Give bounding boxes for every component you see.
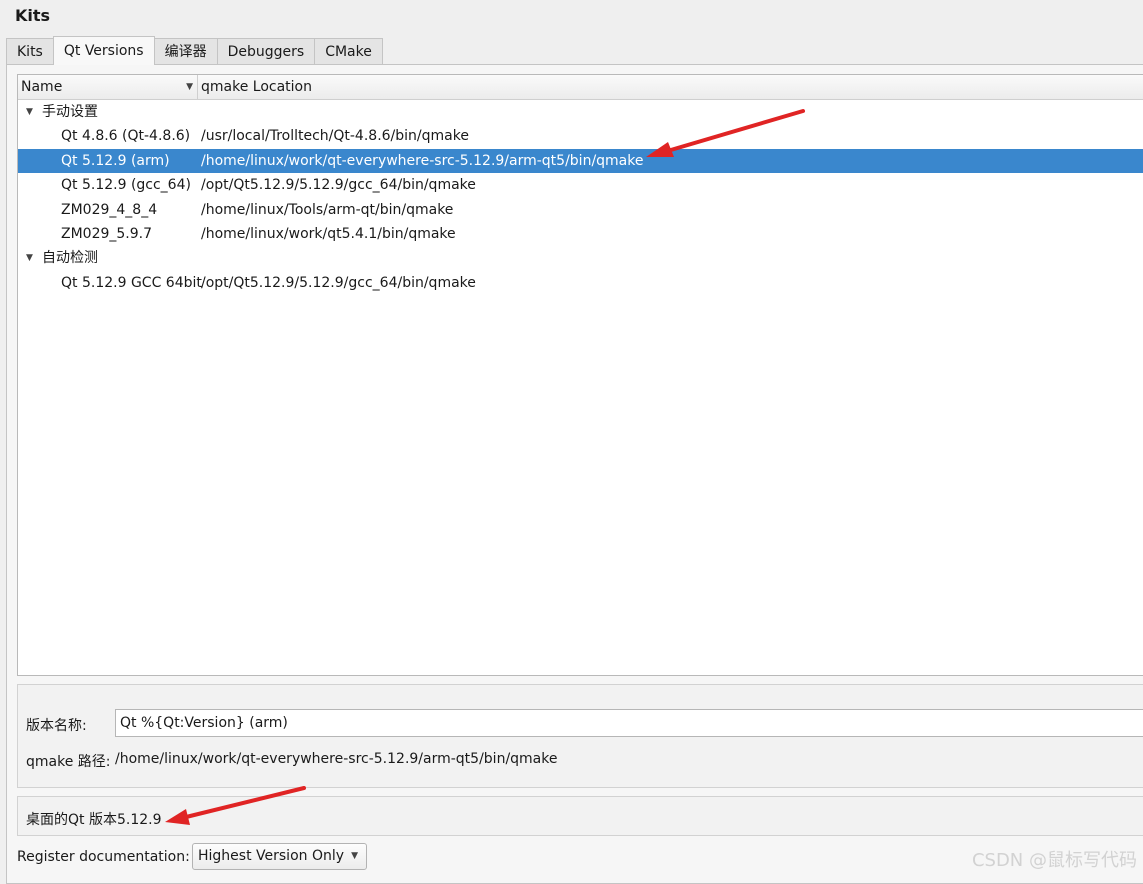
tab-compilers[interactable]: 编译器 [153,38,218,65]
tree-row[interactable]: Qt 4.8.6 (Qt-4.8.6) /usr/local/Trolltech… [18,124,1143,148]
version-name: Qt 5.12.9 (arm) [61,152,170,169]
register-documentation-label: Register documentation: [17,849,190,865]
dropdown-arrow-icon: ▼ [351,851,358,861]
qmake-location: /usr/local/Trolltech/Qt-4.8.6/bin/qmake [201,128,469,145]
tree-header: Name ▼ qmake Location [18,75,1143,100]
sort-indicator-icon: ▼ [186,82,193,92]
qmake-location: /home/linux/work/qt5.4.1/bin/qmake [201,225,456,242]
window-title: Kits [15,6,51,25]
tab-qt-versions[interactable]: Qt Versions [52,36,155,65]
column-header-name[interactable]: Name ▼ [18,75,198,99]
qmake-location: /home/linux/work/qt-everywhere-src-5.12.… [201,152,644,169]
tab-bar: Kits Qt Versions 编译器 Debuggers CMake [6,36,383,65]
qmake-location: /opt/Qt5.12.9/5.12.9/gcc_64/bin/qmake [201,274,476,291]
qt-versions-tree[interactable]: Name ▼ qmake Location ▼ 手动设置 Qt 4.8.6 (Q… [17,74,1143,676]
tree-row[interactable]: Qt 5.12.9 GCC 64bit /opt/Qt5.12.9/5.12.9… [18,271,1143,295]
expand-arrow-icon[interactable]: ▼ [26,246,33,270]
tree-group-auto[interactable]: ▼ 自动检测 [18,246,1143,270]
qmake-location: /opt/Qt5.12.9/5.12.9/gcc_64/bin/qmake [201,177,476,194]
tree-row[interactable]: ZM029_4_8_4 /home/linux/Tools/arm-qt/bin… [18,198,1143,222]
register-documentation-value: Highest Version Only [198,848,345,864]
tree-group-manual[interactable]: ▼ 手动设置 [18,100,1143,124]
qmake-location: /home/linux/Tools/arm-qt/bin/qmake [201,201,454,218]
watermark: CSDN @鼠标写代码 [971,850,1137,871]
version-name-label: 版本名称: [26,718,87,734]
version-name-input[interactable] [115,709,1143,737]
group-label: 自动检测 [42,250,98,267]
tab-debuggers[interactable]: Debuggers [216,38,316,65]
tree-row[interactable]: Qt 5.12.9 (gcc_64) /opt/Qt5.12.9/5.12.9/… [18,173,1143,197]
version-name: Qt 5.12.9 (gcc_64) [61,177,191,194]
qmake-path-value: /home/linux/work/qt-everywhere-src-5.12.… [115,751,558,767]
version-info-text: 桌面的Qt 版本5.12.9 [26,812,162,828]
qmake-path-label: qmake 路径: [26,754,111,770]
version-name: Qt 4.8.6 (Qt-4.8.6) [61,128,191,145]
version-details-panel: 版本名称: qmake 路径: /home/linux/work/qt-ever… [17,684,1143,788]
column-header-location[interactable]: qmake Location [198,75,312,99]
tab-cmake[interactable]: CMake [314,38,383,65]
register-documentation-select[interactable]: Highest Version Only ▼ [192,843,367,870]
expand-arrow-icon[interactable]: ▼ [26,100,33,124]
version-info-box: 桌面的Qt 版本5.12.9 [17,796,1143,836]
tree-row-selected[interactable]: Qt 5.12.9 (arm) /home/linux/work/qt-ever… [18,148,1143,174]
version-name: Qt 5.12.9 GCC 64bit [61,274,202,291]
tab-kits[interactable]: Kits [6,38,54,65]
version-name: ZM029_4_8_4 [61,201,158,218]
column-name-label: Name [21,79,63,95]
tree-row[interactable]: ZM029_5.9.7 /home/linux/work/qt5.4.1/bin… [18,222,1143,246]
group-label: 手动设置 [42,104,98,120]
version-name: ZM029_5.9.7 [61,225,153,242]
